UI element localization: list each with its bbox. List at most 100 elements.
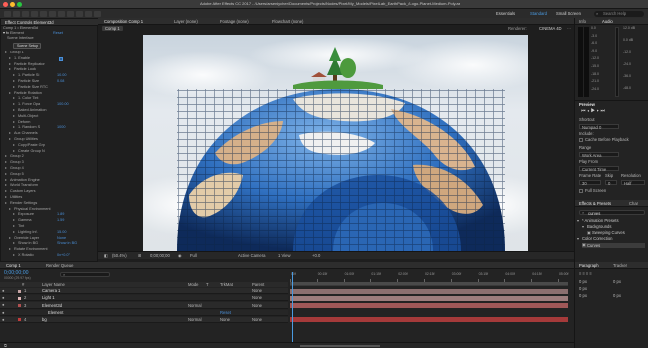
playhead[interactable] [292, 272, 293, 342]
selection-tool-icon[interactable] [13, 11, 20, 17]
audio-slider[interactable] [615, 27, 619, 97]
disclosure-triangle-icon[interactable]: ▸ [13, 73, 15, 78]
minimize-window-button[interactable] [10, 2, 15, 7]
effect-param-row[interactable]: ▸ Particle Rotation [1, 91, 99, 97]
effect-param-value[interactable]: 15.00 [57, 230, 67, 235]
zoom-window-button[interactable] [17, 2, 22, 7]
layer-duration-bar[interactable] [290, 317, 568, 323]
disclosure-triangle-icon[interactable]: ▸ [9, 207, 11, 212]
cache-checkbox[interactable] [579, 138, 583, 142]
effect-param-row[interactable]: ▸ 1. Force Opa 100.00 [1, 102, 99, 108]
camera-tool-icon[interactable] [49, 11, 56, 17]
fx-icon[interactable]: ▾ fx [3, 31, 10, 35]
disclosure-triangle-icon[interactable]: ▸ [5, 166, 7, 171]
exposure-value[interactable]: +0.0 [312, 253, 320, 258]
shortcut-dropdown[interactable]: Numpad 0 [579, 124, 619, 129]
effect-param-row[interactable]: ▸ Rotate Environment [1, 247, 99, 253]
effect-param-row[interactable]: ▸ Group Utilities [1, 137, 99, 143]
effect-param-value[interactable]: 100.00 [57, 102, 69, 107]
disclosure-triangle-icon[interactable]: ▸ [13, 213, 15, 217]
tab-audio[interactable]: Audio [602, 19, 613, 24]
effect-tree-item[interactable]: ▾ * Animation Presets [577, 218, 645, 224]
disclosure-triangle-icon[interactable]: ▸ [5, 195, 7, 200]
layer-parent-dropdown[interactable]: None [252, 296, 262, 300]
layer-parent-dropdown[interactable]: None [252, 303, 262, 308]
timeline-zoom-slider[interactable] [300, 345, 380, 347]
disclosure-triangle-icon[interactable]: ▸ [5, 178, 7, 183]
effect-param-row[interactable]: ▸ 1. Color Tint [1, 97, 99, 102]
disclosure-triangle-icon[interactable]: ▸ [13, 102, 15, 107]
effect-param-row[interactable]: ▸ Physical Environment [1, 207, 99, 213]
views-dropdown[interactable]: 1 View [278, 253, 291, 258]
layer-name[interactable]: Element3d [42, 303, 62, 308]
effect-param-row[interactable]: ▸ 1. Particle Si 10.00 [1, 73, 99, 79]
disclosure-triangle-icon[interactable]: ▸ [9, 62, 11, 67]
visibility-eye-icon[interactable]: ● [2, 317, 5, 322]
disclosure-triangle-icon[interactable]: ▸ [5, 184, 7, 188]
disclosure-triangle-icon[interactable]: ▸ [13, 242, 15, 246]
effect-param-value[interactable]: Show in BG [57, 242, 77, 246]
disclosure-triangle-icon[interactable]: ▸ [9, 131, 11, 136]
layer-duration-bar[interactable] [290, 295, 568, 301]
effect-param-value[interactable]: 10.00 [57, 73, 67, 78]
type-tool-icon[interactable] [85, 11, 92, 17]
layer-parent-dropdown[interactable]: None [252, 317, 262, 322]
effect-param-row[interactable]: ▸ Multi-Object [1, 114, 99, 120]
layer-parent-dropdown[interactable]: None [252, 288, 262, 293]
disclosure-triangle-icon[interactable]: ▸ [5, 201, 7, 206]
effect-tree-item[interactable]: ▣ Sweeping Curves [587, 230, 645, 236]
tab-tracker[interactable]: Tracker [613, 263, 627, 268]
effect-param-value[interactable]: None [57, 236, 66, 241]
viewer-timecode[interactable]: 0;00;00;00 [150, 253, 170, 258]
disclosure-triangle-icon[interactable]: ▸ [9, 56, 11, 61]
disclosure-triangle-icon[interactable]: ▸ [9, 247, 11, 252]
zoom-level[interactable]: (50.4%) [112, 253, 127, 258]
effect-reset-link[interactable]: Reset [220, 310, 231, 315]
visibility-eye-icon[interactable]: ● [2, 303, 5, 307]
pen-tool-icon[interactable] [76, 11, 83, 17]
disclosure-triangle-icon[interactable]: ▸ [9, 236, 11, 241]
renderer-value[interactable]: CINEMA 4D [539, 26, 562, 31]
disclosure-triangle-icon[interactable]: ▸ [13, 149, 15, 154]
disclosure-triangle-icon[interactable]: ▸ [13, 218, 15, 223]
composition-canvas[interactable] [143, 35, 528, 251]
layer-row[interactable]: ● 1 Camera 1 None [0, 288, 288, 295]
enable-checkbox[interactable] [59, 57, 63, 61]
tab-character[interactable]: Char [629, 201, 638, 206]
zoom-tool-icon[interactable] [31, 11, 38, 17]
mask-tool-icon[interactable] [67, 11, 74, 17]
disclosure-triangle-icon[interactable]: ▸ [5, 189, 7, 194]
disclosure-triangle-icon[interactable]: ▸ [9, 91, 11, 96]
full-screen-checkbox[interactable] [579, 189, 583, 193]
effect-param-row[interactable]: ▸ Tint [1, 224, 99, 230]
visibility-eye-icon[interactable]: ● [2, 288, 5, 293]
workspace-essentials[interactable]: Essentials [496, 11, 515, 16]
layer-label-color[interactable] [18, 289, 21, 293]
disclosure-triangle-icon[interactable]: ▸ [9, 68, 11, 72]
indent-left-field[interactable]: 0 px [579, 279, 587, 284]
layer-trkmat-dropdown[interactable]: None [220, 317, 230, 322]
tab-layer[interactable]: Layer (none) [174, 19, 198, 24]
disclosure-triangle-icon[interactable]: ▸ [5, 155, 7, 159]
tab-render-queue[interactable]: Render Queue [46, 263, 73, 268]
layer-row[interactable]: ● 4 bg Normal None None [0, 316, 288, 323]
layer-name[interactable]: Camera 1 [42, 288, 60, 293]
disclosure-triangle-icon[interactable]: ▸ [13, 230, 15, 235]
disclosure-triangle-icon[interactable]: ▸ [13, 120, 15, 125]
close-window-button[interactable] [3, 2, 8, 7]
col-layer-name[interactable]: Layer Name [42, 282, 65, 287]
workspace-standard[interactable]: Standard [530, 11, 547, 16]
tab-paragraph[interactable]: Paragraph [579, 263, 599, 268]
effects-search-field[interactable]: ⌕ curves [579, 210, 645, 215]
disclosure-triangle-icon[interactable]: ▸ [13, 143, 15, 148]
search-help-field[interactable]: ⌕ Search Help [594, 11, 644, 17]
work-area-bar[interactable] [290, 282, 568, 285]
range-dropdown[interactable]: Work Area [579, 152, 619, 157]
effect-param-row[interactable]: ▸ X Rotatio 0x+0.0° [1, 253, 99, 259]
magnify-icon[interactable]: ◧ [104, 253, 108, 258]
play-from-dropdown[interactable]: Current Time [579, 166, 619, 171]
effect-param-row[interactable]: ▸ Particle Size 0.08 [1, 79, 99, 85]
resolution-dropdown[interactable]: Full [190, 253, 197, 258]
disclosure-triangle-icon[interactable]: ▸ [5, 172, 7, 177]
last-frame-icon[interactable]: ⏭ [601, 108, 607, 114]
